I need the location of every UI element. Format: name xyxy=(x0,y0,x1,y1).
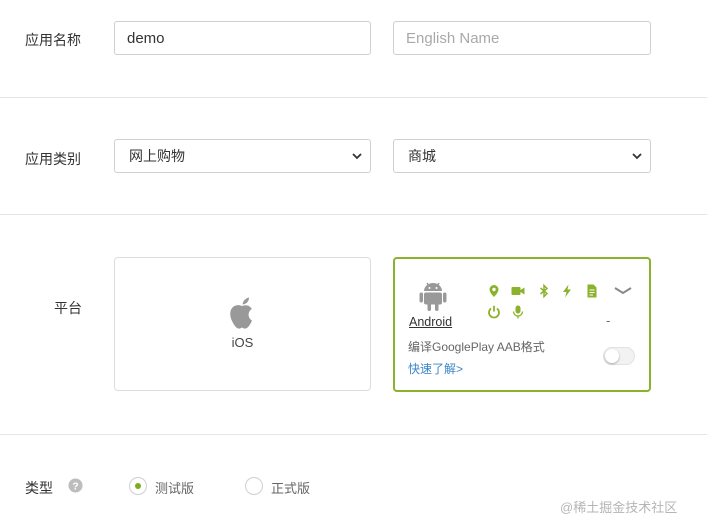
android-platform-card[interactable]: Android - 编译GooglePlay AAB格式 快速了解> xyxy=(393,257,651,392)
file-icon xyxy=(587,284,597,298)
category-secondary-select[interactable]: 商城 xyxy=(393,139,651,173)
flash-icon xyxy=(563,284,571,298)
help-icon[interactable]: ? xyxy=(68,478,83,493)
learn-more-link[interactable]: 快速了解> xyxy=(408,360,463,377)
collapse-chevron-icon[interactable] xyxy=(614,286,632,296)
radio-selected-dot xyxy=(135,483,141,489)
power-icon xyxy=(488,305,500,319)
category-primary-value: 网上购物 xyxy=(129,148,185,164)
android-dash: - xyxy=(606,313,611,328)
microphone-icon xyxy=(512,305,524,319)
android-robot-icon xyxy=(419,282,447,311)
platform-label: 平台 xyxy=(54,300,82,316)
chevron-down-icon xyxy=(352,153,362,160)
bluetooth-icon xyxy=(540,284,549,298)
divider xyxy=(0,214,707,215)
category-primary-select[interactable]: 网上购物 xyxy=(114,139,371,173)
aab-option-label: 编译GooglePlay AAB格式 xyxy=(408,340,545,354)
app-category-label: 应用类别 xyxy=(25,151,81,167)
radio-release[interactable] xyxy=(245,477,263,495)
toggle-knob xyxy=(605,349,619,363)
type-label: 类型 xyxy=(25,480,53,496)
divider xyxy=(0,434,707,435)
app-name-label: 应用名称 xyxy=(25,32,81,48)
svg-text:?: ? xyxy=(72,481,78,492)
android-label[interactable]: Android xyxy=(409,315,452,329)
camera-icon xyxy=(511,287,525,295)
ios-platform-card[interactable]: iOS xyxy=(114,257,371,391)
radio-beta[interactable] xyxy=(129,477,147,495)
ios-label: iOS xyxy=(231,335,254,350)
location-icon xyxy=(489,285,499,297)
divider xyxy=(0,97,707,98)
app-name-input[interactable] xyxy=(114,21,371,55)
category-secondary-value: 商城 xyxy=(408,148,436,164)
apple-icon xyxy=(230,297,252,329)
aab-toggle[interactable] xyxy=(603,347,635,365)
watermark: @稀土掘金技术社区 xyxy=(560,500,678,515)
chevron-down-icon xyxy=(632,153,642,160)
english-name-input[interactable] xyxy=(393,21,651,55)
radio-beta-label[interactable]: 测试版 xyxy=(155,478,194,497)
radio-release-label[interactable]: 正式版 xyxy=(271,478,310,497)
